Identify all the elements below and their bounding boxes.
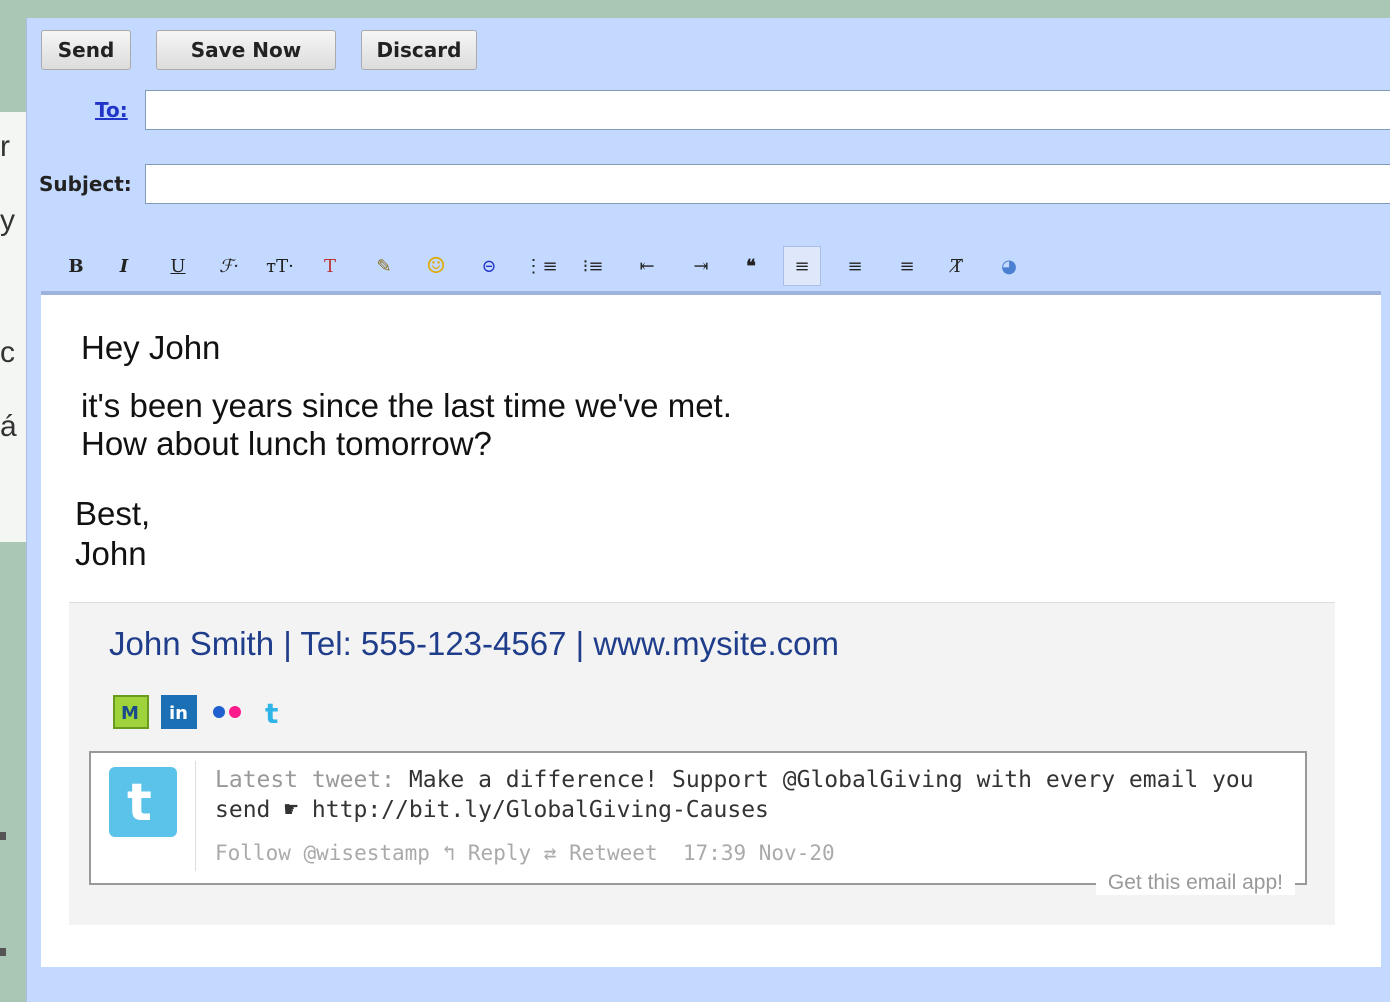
indent-less-icon[interactable]: ⇤	[629, 246, 665, 286]
remove-formatting-icon[interactable]: T̸	[941, 246, 973, 286]
to-label[interactable]: To:	[95, 98, 128, 122]
signature-contact-line[interactable]: John Smith | Tel: 555-123-4567 | www.mys…	[109, 625, 839, 663]
indent-more-icon[interactable]: ⇥	[683, 246, 719, 286]
quote-icon[interactable]: ❝	[735, 246, 767, 286]
follow-link[interactable]: Follow @wisestamp	[215, 841, 430, 865]
link-icon[interactable]: ⊝	[471, 246, 507, 286]
tweet-time: 17:39 Nov-20	[682, 841, 835, 865]
tweet-meta: Follow @wisestamp ↰ Reply ⇄ Retweet 17:3…	[215, 841, 835, 865]
font-size-icon[interactable]: тT·	[259, 246, 301, 286]
background-dot	[0, 832, 6, 840]
emoji-icon[interactable]: ☺	[421, 246, 451, 286]
bold-icon[interactable]: B	[63, 246, 89, 286]
spell-check-icon[interactable]: ◕	[987, 246, 1031, 286]
italic-icon[interactable]: I	[111, 246, 137, 286]
numbered-list-icon[interactable]: ⋮≡	[523, 246, 559, 286]
subject-field[interactable]	[145, 164, 1390, 204]
twitter-icon[interactable]: t	[259, 695, 289, 729]
myspace-icon[interactable]: M	[113, 695, 149, 729]
background-text: r	[0, 130, 10, 163]
reply-icon[interactable]: ↰	[443, 841, 456, 865]
greeting-text: Hey John	[81, 329, 221, 366]
sender-name: John	[75, 535, 147, 572]
save-now-button[interactable]: Save Now	[156, 30, 336, 70]
tweet-content: Latest tweet: Make a difference! Support…	[215, 765, 1275, 825]
divider	[195, 761, 196, 871]
svg-text:M: M	[121, 703, 139, 724]
align-right-icon[interactable]: ≡	[889, 246, 925, 286]
retweet-icon[interactable]: ⇄	[544, 841, 557, 865]
align-center-icon[interactable]: ≡	[837, 246, 873, 286]
get-app-link[interactable]: Get this email app!	[1095, 871, 1295, 895]
background-text: y	[0, 204, 15, 237]
subject-label: Subject:	[39, 172, 132, 196]
message-line: How about lunch tomorrow?	[81, 425, 492, 462]
tweet-label: Latest tweet:	[215, 767, 396, 793]
compose-window: Send Save Now Discard To: Subject: B I U…	[26, 18, 1390, 1002]
reply-link[interactable]: Reply	[468, 841, 531, 865]
svg-text:in: in	[169, 703, 188, 724]
message-body[interactable]: Hey John it's been years since the last …	[41, 291, 1381, 967]
to-field[interactable]	[145, 90, 1390, 130]
send-button[interactable]: Send	[41, 30, 131, 70]
bulleted-list-icon[interactable]: ⁝≡	[575, 246, 611, 286]
text-color-icon[interactable]: T	[315, 246, 345, 286]
background-text: c	[0, 336, 15, 369]
underline-icon[interactable]: U	[165, 246, 191, 286]
align-left-icon[interactable]: ≡	[783, 246, 821, 286]
flickr-icon[interactable]	[209, 695, 245, 729]
background-dot	[0, 948, 6, 956]
retweet-link[interactable]: Retweet	[569, 841, 658, 865]
discard-button[interactable]: Discard	[361, 30, 477, 70]
closing-text: Best,	[75, 495, 151, 532]
format-toolbar: B I U ℱ· тT· T ✎ ☺ ⊝ ⋮≡ ⁝≡ ⇤ ⇥ ❝ ≡ ≡ ≡ T…	[63, 246, 1063, 286]
svg-text:t: t	[265, 697, 278, 727]
font-icon[interactable]: ℱ·	[211, 246, 247, 286]
email-signature: John Smith | Tel: 555-123-4567 | www.mys…	[69, 602, 1335, 925]
highlight-icon[interactable]: ✎	[369, 246, 399, 286]
message-line: it's been years since the last time we'v…	[81, 387, 732, 424]
linkedin-icon[interactable]: in	[161, 695, 197, 729]
twitter-logo-icon: t	[109, 767, 177, 837]
background-text: á	[0, 410, 17, 443]
latest-tweet-box: t Latest tweet: Make a difference! Suppo…	[89, 751, 1307, 895]
